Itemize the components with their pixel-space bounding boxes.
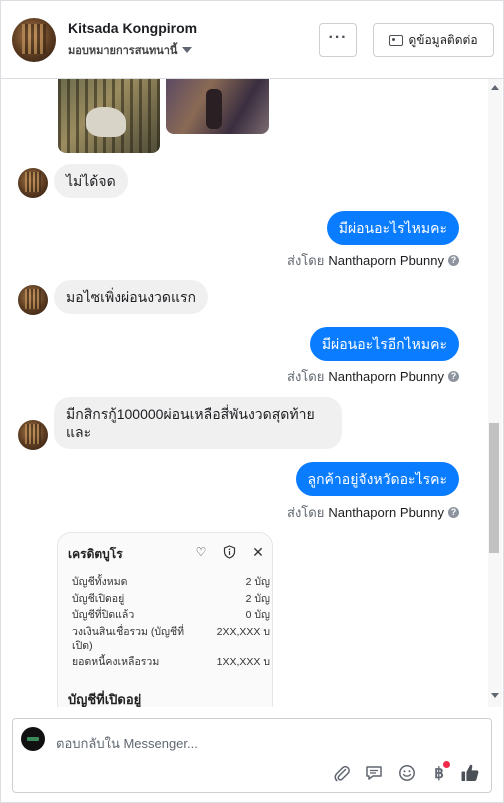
attached-photo[interactable] xyxy=(166,79,269,134)
credit-row: วงเงินสินเชื่อรวม (บัญชีที่เปิด) 2XX,XXX… xyxy=(72,625,272,655)
notification-dot xyxy=(443,761,450,768)
row-value: 0 บัญ xyxy=(245,609,270,621)
attached-photo[interactable] xyxy=(58,79,160,153)
row-label: บัญชีเปิดอยู่ xyxy=(72,592,125,605)
credit-row: บัญชีที่ปิดแล้ว 0 บัญ xyxy=(72,608,272,625)
row-label: ยอดหนี้คงเหลือรวม xyxy=(72,655,160,668)
help-icon[interactable]: ? xyxy=(448,507,459,518)
info-icon[interactable] xyxy=(222,545,236,559)
help-icon[interactable]: ? xyxy=(448,371,459,382)
card-title: เครดิตบูโร xyxy=(68,547,123,561)
sent-by-prefix: ส่งโดย xyxy=(287,253,325,268)
incoming-message[interactable]: ไม่ได้จด xyxy=(54,164,128,198)
outgoing-message[interactable]: ลูกค้าอยู่จังหวัดอะไรคะ xyxy=(295,462,459,496)
credit-bureau-card[interactable]: เครดิตบูโร ♡ ✕ บัญชีทั้งหมด 2 บัญ บัญชีเ… xyxy=(57,532,273,707)
sender-name: Nanthaporn Pbunny xyxy=(328,369,444,384)
sent-by-label: ส่งโดย Nanthaporn Pbunny ? xyxy=(287,366,459,387)
assign-conversation-dropdown[interactable]: มอบหมายการสนทนานี้ xyxy=(68,41,193,59)
row-value: 2 บัญ xyxy=(245,576,270,588)
row-label: บัญชีทั้งหมด xyxy=(72,576,128,588)
sent-by-prefix: ส่งโดย xyxy=(287,505,325,520)
contact-card-icon xyxy=(389,34,404,46)
section-heading: บัญชีที่เปิดอยู่ xyxy=(68,692,142,707)
row-label: บัญชีที่ปิดแล้ว xyxy=(72,609,135,621)
close-icon[interactable]: ✕ xyxy=(251,545,265,559)
scroll-down-icon[interactable] xyxy=(491,693,499,698)
message-thread[interactable]: ไม่ได้จด มีผ่อนอะไรไหมคะ ส่งโดย Nanthapo… xyxy=(1,79,488,707)
message-composer: ฿ xyxy=(12,718,492,793)
credit-row: ยอดหนี้คงเหลือรวม 1XX,XXX บ xyxy=(72,655,272,672)
credit-summary: บัญชีทั้งหมด 2 บัญ บัญชีเปิดอยู่ 2 บัญ บ… xyxy=(72,575,272,672)
contact-name[interactable]: Kitsada Kongpirom xyxy=(68,20,197,36)
row-value: 2XX,XXX บ xyxy=(216,625,270,638)
assign-label: มอบหมายการสนทนานี้ xyxy=(68,45,178,57)
sender-name: Nanthaporn Pbunny xyxy=(328,253,444,268)
heart-icon[interactable]: ♡ xyxy=(194,545,208,559)
incoming-message[interactable]: มีกสิกรกู้100000ผ่อนเหลือสี่พันงวดสุดท้า… xyxy=(54,397,342,449)
avatar[interactable] xyxy=(12,18,56,62)
payment-icon[interactable]: ฿ xyxy=(429,761,450,783)
saved-replies-icon[interactable] xyxy=(364,763,384,783)
row-label: วงเงินสินเชื่อรวม (บัญชีที่เปิด) xyxy=(72,625,185,652)
scrollbar[interactable] xyxy=(488,79,502,707)
help-icon[interactable]: ? xyxy=(448,255,459,266)
scroll-up-icon[interactable] xyxy=(491,85,499,90)
view-contact-info-label: ดูข้อมูลติดต่อ xyxy=(408,32,478,47)
chevron-down-icon xyxy=(182,47,193,53)
view-contact-info-button[interactable]: ดูข้อมูลติดต่อ xyxy=(373,23,494,57)
credit-row: บัญชีทั้งหมด 2 บัญ xyxy=(72,575,272,592)
conversation-panel: Kitsada Kongpirom มอบหมายการสนทนานี้ ···… xyxy=(0,0,504,803)
avatar xyxy=(18,285,48,315)
more-options-button[interactable]: ··· xyxy=(319,23,357,57)
page-avatar xyxy=(21,727,45,751)
sent-by-label: ส่งโดย Nanthaporn Pbunny ? xyxy=(287,502,459,523)
sent-by-prefix: ส่งโดย xyxy=(287,369,325,384)
avatar xyxy=(18,168,48,198)
outgoing-message[interactable]: มีผ่อนอะไรไหมคะ xyxy=(326,211,459,245)
row-value: 2 บัญ xyxy=(245,592,270,605)
attach-icon[interactable] xyxy=(332,763,352,783)
sender-name: Nanthaporn Pbunny xyxy=(328,505,444,520)
outgoing-message[interactable]: มีผ่อนอะไรอีกไหมคะ xyxy=(309,327,459,361)
incoming-message[interactable]: มอไซเพิ่งผ่อนงวดแรก xyxy=(54,280,209,314)
scrollbar-thumb[interactable] xyxy=(489,423,499,553)
conversation-header: Kitsada Kongpirom มอบหมายการสนทนานี้ ···… xyxy=(1,1,503,79)
sent-by-label: ส่งโดย Nanthaporn Pbunny ? xyxy=(287,250,459,271)
avatar xyxy=(18,420,48,450)
reply-input[interactable] xyxy=(56,733,476,753)
emoji-icon[interactable] xyxy=(397,763,417,783)
row-value: 1XX,XXX บ xyxy=(216,655,270,668)
credit-row: บัญชีเปิดอยู่ 2 บัญ xyxy=(72,592,272,609)
like-icon[interactable] xyxy=(460,763,480,783)
